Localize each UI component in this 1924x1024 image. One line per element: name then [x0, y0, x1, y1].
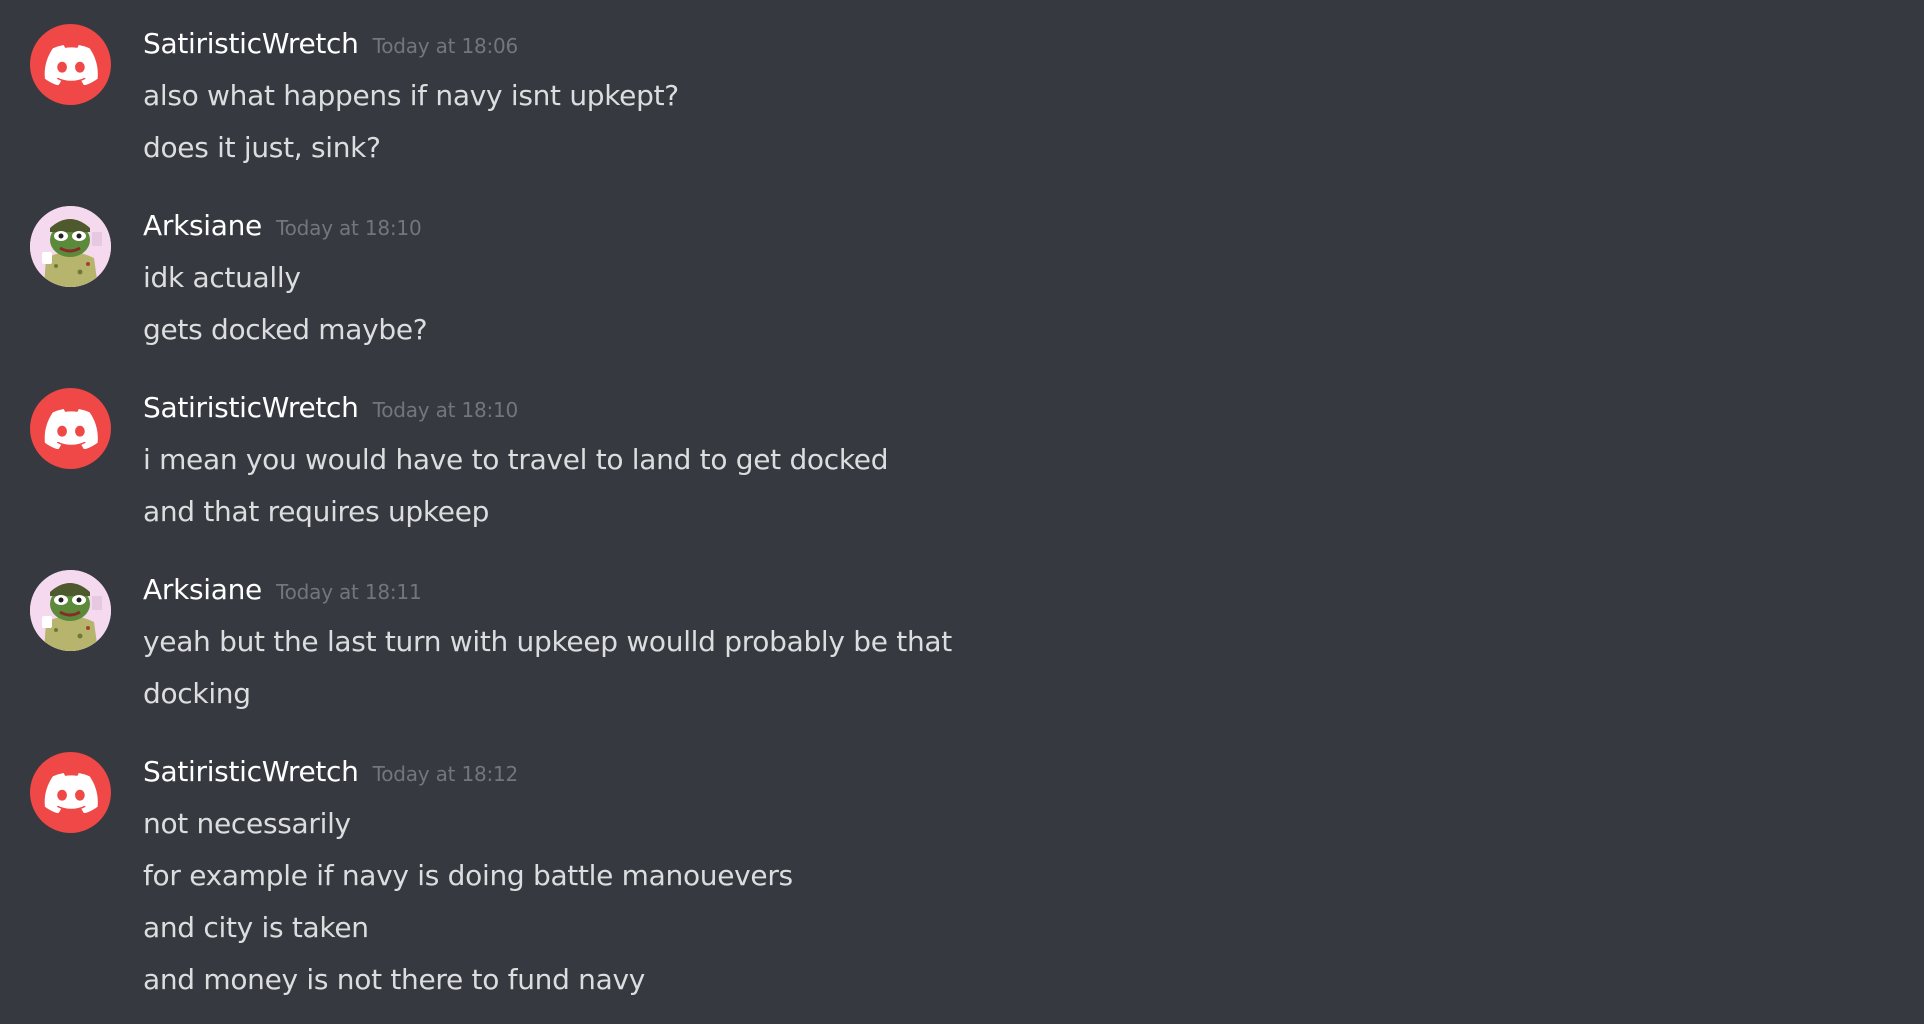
discord-logo-icon	[44, 772, 98, 813]
message-text: i mean you would have to travel to land …	[143, 443, 889, 476]
timestamp[interactable]: Today at 18:10	[276, 216, 422, 240]
username[interactable]: SatiristicWretch	[143, 388, 359, 428]
message-text: and city is taken	[143, 911, 369, 944]
message-lines: idk actually gets docked maybe?	[143, 252, 428, 356]
discord-logo-icon	[44, 408, 98, 449]
avatar[interactable]	[30, 388, 111, 469]
username[interactable]: SatiristicWretch	[143, 752, 359, 792]
message-text: gets docked maybe?	[143, 313, 428, 346]
message-header: SatiristicWretch Today at 18:06	[143, 24, 518, 64]
discord-logo-icon	[44, 44, 98, 85]
frog-avatar-image	[30, 570, 111, 651]
message-lines: yeah but the last turn with upkeep woull…	[143, 616, 952, 720]
message-lines: i mean you would have to travel to land …	[143, 434, 888, 538]
message-header: Arksiane Today at 18:10	[143, 206, 422, 246]
message-text: docking	[143, 677, 251, 710]
message-lines: also what happens if navy isnt upkept? d…	[143, 70, 679, 174]
message-header: SatiristicWretch Today at 18:12	[143, 752, 518, 792]
message-text: yeah but the last turn with upkeep woull…	[143, 625, 952, 658]
username[interactable]: Arksiane	[143, 570, 262, 610]
message-lines: not necessarily for example if navy is d…	[143, 798, 793, 1006]
frog-avatar-image	[30, 206, 111, 287]
message-header: Arksiane Today at 18:11	[143, 570, 422, 610]
message-text: not necessarily	[143, 807, 351, 840]
message-text: also what happens if navy isnt upkept?	[143, 79, 679, 112]
avatar[interactable]	[30, 206, 111, 287]
message-text: for example if navy is doing battle mano…	[143, 859, 793, 892]
message-list: SatiristicWretch Today at 18:06 also what…	[0, 0, 1924, 1024]
message-text: does it just, sink?	[143, 131, 381, 164]
timestamp[interactable]: Today at 18:10	[373, 398, 519, 422]
avatar[interactable]	[30, 570, 111, 651]
avatar[interactable]	[30, 752, 111, 833]
username[interactable]: Arksiane	[143, 206, 262, 246]
timestamp[interactable]: Today at 18:11	[276, 580, 422, 604]
username[interactable]: SatiristicWretch	[143, 24, 359, 64]
message-header: SatiristicWretch Today at 18:10	[143, 388, 518, 428]
message-text: idk actually	[143, 261, 301, 294]
avatar[interactable]	[30, 24, 111, 105]
message-text: and money is not there to fund navy	[143, 963, 646, 996]
message-text: and that requires upkeep	[143, 495, 490, 528]
timestamp[interactable]: Today at 18:06	[373, 34, 519, 58]
timestamp[interactable]: Today at 18:12	[373, 762, 519, 786]
